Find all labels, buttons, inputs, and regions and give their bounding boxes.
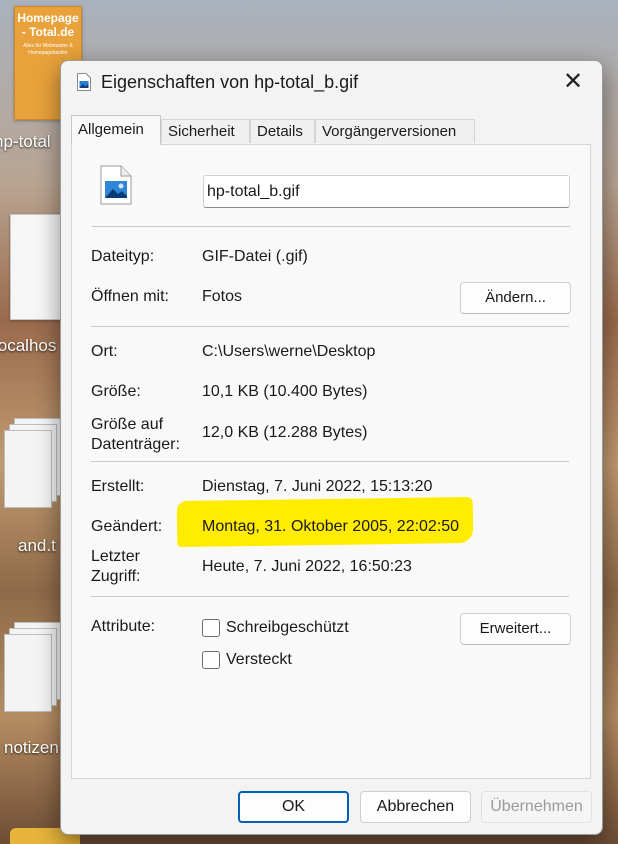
hidden-checkbox[interactable]	[202, 651, 220, 669]
readonly-label[interactable]: Schreibgeschützt	[226, 618, 349, 638]
desktop-icon-label-notizen[interactable]: notizen	[4, 738, 59, 758]
gif-file-icon	[100, 165, 132, 205]
location-value: C:\Users\werne\Desktop	[202, 343, 376, 360]
cancel-button[interactable]: Abbrechen	[360, 791, 471, 823]
size-value: 10,1 KB (10.400 Bytes)	[202, 383, 368, 400]
close-icon: ✕	[562, 68, 584, 95]
desktop-icon-label-and[interactable]: and.t	[18, 536, 56, 556]
desktop-icon-label-hp-total[interactable]: hp-total	[0, 132, 51, 152]
tab-allgemein[interactable]: Allgemein	[71, 115, 161, 145]
tab-vorgaengerversionen[interactable]: Vorgängerversionen	[315, 119, 475, 143]
readonly-checkbox[interactable]	[202, 619, 220, 637]
disk-size-value: 12,0 KB (12.288 Bytes)	[202, 424, 368, 441]
created-label: Erstellt:	[91, 478, 145, 495]
tab-sicherheit[interactable]: Sicherheit	[161, 119, 250, 143]
attributes-label: Attribute:	[91, 618, 156, 635]
disk-size-label-line2: Datenträger:	[91, 436, 180, 453]
file-stack-icon[interactable]	[4, 622, 62, 712]
thumbnail-title: Homepage - Total.de	[17, 11, 79, 39]
open-with-value: Fotos	[202, 288, 243, 305]
divider	[91, 326, 569, 327]
disk-size-label: Größe auf Datenträger:	[91, 415, 180, 455]
location-label: Ort:	[91, 343, 118, 360]
open-with-label: Öffnen mit:	[91, 288, 169, 305]
modified-label: Geändert:	[91, 518, 163, 535]
created-value: Dienstag, 7. Juni 2022, 15:13:20	[202, 478, 433, 495]
divider	[91, 461, 569, 462]
disk-size-label-line1: Größe auf	[91, 416, 164, 433]
file-type-label: Dateityp:	[91, 248, 155, 265]
last-access-label-line1: Letzter	[91, 548, 140, 565]
last-access-value: Heute, 7. Juni 2022, 16:50:23	[202, 558, 412, 575]
divider	[91, 596, 569, 597]
size-label: Größe:	[91, 383, 141, 400]
file-stack-icon[interactable]	[4, 418, 62, 508]
close-button[interactable]: ✕	[558, 69, 588, 97]
title-bar[interactable]: Eigenschaften von hp-total_b.gif ✕	[61, 61, 602, 105]
image-file-icon	[77, 73, 91, 91]
file-name-input[interactable]	[203, 175, 570, 208]
change-button[interactable]: Ändern...	[460, 282, 571, 314]
file-type-value: GIF-Datei (.gif)	[202, 248, 308, 265]
desktop-icon-label-localhost[interactable]: localhos	[0, 336, 56, 356]
apply-button[interactable]: Übernehmen	[481, 791, 592, 823]
ok-button[interactable]: OK	[238, 791, 349, 823]
divider	[92, 226, 570, 227]
tab-details[interactable]: Details	[250, 119, 315, 143]
advanced-button[interactable]: Erweitert...	[460, 613, 571, 645]
last-access-label-line2: Zugriff:	[91, 568, 141, 585]
thumbnail-subtitle: Alles für Webmaster & Homepagebastler	[23, 43, 73, 56]
hidden-label[interactable]: Versteckt	[226, 650, 292, 670]
last-access-label: Letzter Zugriff:	[91, 547, 141, 587]
properties-dialog: Eigenschaften von hp-total_b.gif ✕ Allge…	[60, 60, 603, 835]
dialog-title: Eigenschaften von hp-total_b.gif	[101, 72, 359, 92]
modified-value: Montag, 31. Oktober 2005, 22:02:50	[202, 518, 460, 535]
